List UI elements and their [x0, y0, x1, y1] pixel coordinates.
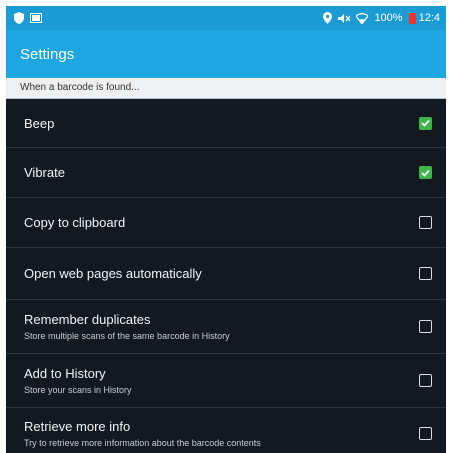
setting-row-open-web-pages[interactable]: Open web pages automatically	[6, 248, 446, 300]
setting-title: Beep	[24, 115, 55, 131]
setting-title: Add to History	[24, 366, 106, 381]
setting-title: Retrieve more info	[24, 418, 131, 434]
settings-list: Beep Vibrate Copy to clipboard Open web …	[6, 99, 446, 453]
checkmark-icon	[421, 119, 430, 127]
checkbox-copy-to-clipboard[interactable]	[419, 216, 432, 229]
action-bar: Settings	[6, 30, 446, 78]
setting-row-copy-to-clipboard[interactable]: Copy to clipboard	[6, 198, 446, 248]
checkbox-beep[interactable]	[419, 116, 432, 130]
checkbox-retrieve-more-info[interactable]	[419, 426, 432, 440]
location-icon	[323, 12, 333, 24]
status-bar: 100% 12:4	[6, 6, 446, 30]
wifi-icon	[356, 12, 369, 24]
mute-icon	[338, 13, 351, 24]
checkbox-add-to-history[interactable]	[419, 374, 432, 387]
page-title: Settings	[20, 45, 75, 63]
battery-text: 100%	[374, 12, 403, 24]
checkbox-open-web-pages[interactable]	[419, 267, 432, 280]
section-header: When a barcode is found...	[6, 78, 446, 99]
setting-title: Vibrate	[24, 165, 65, 180]
setting-title: Open web pages automatically	[24, 266, 202, 281]
setting-summary: Store your scans in History	[24, 385, 132, 395]
setting-row-beep[interactable]: Beep	[6, 99, 446, 148]
setting-summary: Try to retrieve more information about t…	[24, 437, 261, 448]
settings-screen: 100% 12:4 Settings When a barcode is fou…	[6, 6, 446, 453]
setting-summary: Store multiple scans of the same barcode…	[24, 331, 230, 341]
setting-title: Remember duplicates	[24, 312, 151, 327]
checkmark-icon	[421, 169, 430, 177]
setting-title: Copy to clipboard	[24, 215, 126, 230]
shield-icon	[14, 12, 24, 24]
checkbox-remember-duplicates[interactable]	[419, 320, 432, 333]
battery-icon	[408, 12, 416, 24]
setting-row-add-to-history[interactable]: Add to History Store your scans in Histo…	[6, 354, 446, 408]
setting-row-vibrate[interactable]: Vibrate	[6, 148, 446, 198]
image-icon	[30, 13, 42, 23]
checkbox-vibrate[interactable]	[419, 166, 432, 179]
clock-time: 12:4	[418, 12, 440, 24]
setting-row-remember-duplicates[interactable]: Remember duplicates Store multiple scans…	[6, 300, 446, 354]
setting-row-retrieve-more-info[interactable]: Retrieve more info Try to retrieve more …	[6, 408, 446, 453]
